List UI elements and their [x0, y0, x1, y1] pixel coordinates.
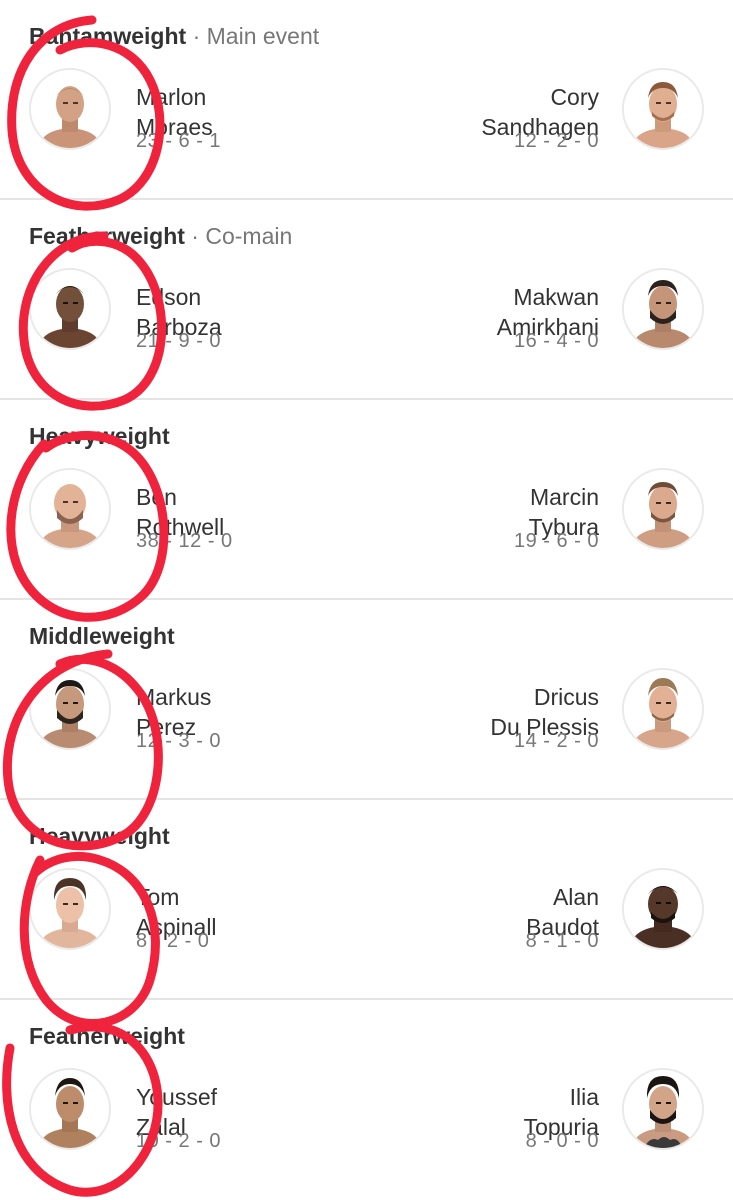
red-corner-avatar[interactable]	[29, 868, 111, 950]
fighter-headshot-icon	[31, 1070, 109, 1148]
red-corner-avatar[interactable]	[29, 468, 111, 550]
fighter-headshot-icon	[624, 670, 702, 748]
fight-row[interactable]: Heavyweight Tom Aspinall 8 - 2 - 0 Alan …	[0, 800, 733, 1000]
blue-fighter-first-name[interactable]: Makwan	[513, 282, 599, 312]
red-fighter-record: 10 - 2 - 0	[136, 1130, 222, 1152]
red-fighter-record: 8 - 2 - 0	[136, 930, 210, 952]
red-fighter-record: 23 - 6 - 1	[136, 130, 222, 152]
red-fighter-first-name[interactable]: Tom	[136, 882, 179, 912]
fight-row[interactable]: Bantamweight · Main event Marlon Moraes …	[0, 0, 733, 200]
bout-slot-label: Co-main	[205, 223, 293, 249]
blue-fighter-first-name[interactable]: Dricus	[534, 682, 599, 712]
blue-fighter-first-name[interactable]: Alan	[553, 882, 599, 912]
fight-heading: Bantamweight · Main event	[29, 20, 319, 52]
red-corner-avatar[interactable]	[29, 68, 111, 150]
heading-separator: ·	[186, 23, 201, 49]
fight-row[interactable]: Featherweight · Co-main Edson Barboza 21…	[0, 200, 733, 400]
fighter-headshot-icon	[624, 270, 702, 348]
fight-row[interactable]: Heavyweight Ben Rothwell 38 - 12 - 0 Mar…	[0, 400, 733, 600]
blue-corner-avatar[interactable]	[622, 668, 704, 750]
red-corner-avatar[interactable]	[29, 668, 111, 750]
red-fighter-record: 12 - 3 - 0	[136, 730, 222, 752]
red-corner-avatar[interactable]	[29, 1068, 111, 1150]
blue-corner-avatar[interactable]	[622, 68, 704, 150]
fighter-headshot-icon	[31, 270, 109, 348]
fighter-headshot-icon	[624, 870, 702, 948]
fighter-headshot-icon	[31, 870, 109, 948]
blue-fighter-record: 8 - 1 - 0	[525, 930, 599, 952]
weight-class: Featherweight	[29, 1023, 185, 1049]
red-fighter-first-name[interactable]: Marlon	[136, 82, 206, 112]
weight-class: Heavyweight	[29, 423, 170, 449]
fighter-headshot-icon	[624, 1070, 702, 1148]
weight-class: Featherweight	[29, 223, 185, 249]
fight-row[interactable]: Featherweight Youssef Zalal 10 - 2 - 0 I…	[0, 1000, 733, 1200]
fight-heading: Middleweight	[29, 620, 175, 652]
fighter-headshot-icon	[31, 70, 109, 148]
blue-corner-avatar[interactable]	[622, 868, 704, 950]
fight-heading: Heavyweight	[29, 420, 170, 452]
blue-fighter-record: 14 - 2 - 0	[513, 730, 599, 752]
weight-class: Bantamweight	[29, 23, 187, 49]
fight-card-list: Bantamweight · Main event Marlon Moraes …	[0, 0, 733, 1200]
red-fighter-first-name[interactable]: Ben	[136, 482, 177, 512]
fight-heading: Featherweight	[29, 1020, 185, 1052]
bout-slot-label: Main event	[206, 23, 320, 49]
fighter-headshot-icon	[31, 470, 109, 548]
heading-separator: ·	[184, 223, 199, 249]
blue-fighter-first-name[interactable]: Ilia	[570, 1082, 599, 1112]
fight-heading: Heavyweight	[29, 820, 170, 852]
weight-class: Middleweight	[29, 623, 175, 649]
fighter-headshot-icon	[624, 70, 702, 148]
red-fighter-first-name[interactable]: Youssef	[136, 1082, 217, 1112]
red-fighter-record: 38 - 12 - 0	[136, 530, 233, 552]
fighter-headshot-icon	[31, 670, 109, 748]
blue-corner-avatar[interactable]	[622, 1068, 704, 1150]
blue-fighter-first-name[interactable]: Cory	[550, 82, 599, 112]
blue-corner-avatar[interactable]	[622, 268, 704, 350]
red-fighter-first-name[interactable]: Edson	[136, 282, 201, 312]
blue-fighter-record: 12 - 2 - 0	[513, 130, 599, 152]
blue-fighter-record: 19 - 6 - 0	[513, 530, 599, 552]
blue-fighter-record: 8 - 0 - 0	[525, 1130, 599, 1152]
fighter-headshot-icon	[624, 470, 702, 548]
red-corner-avatar[interactable]	[29, 268, 111, 350]
red-fighter-record: 21 - 9 - 0	[136, 330, 222, 352]
fight-heading: Featherweight · Co-main	[29, 220, 292, 252]
weight-class: Heavyweight	[29, 823, 170, 849]
blue-corner-avatar[interactable]	[622, 468, 704, 550]
blue-fighter-first-name[interactable]: Marcin	[530, 482, 599, 512]
blue-fighter-record: 16 - 4 - 0	[513, 330, 599, 352]
red-fighter-first-name[interactable]: Markus	[136, 682, 211, 712]
fight-row[interactable]: Middleweight Markus Perez 12 - 3 - 0 Dri…	[0, 600, 733, 800]
